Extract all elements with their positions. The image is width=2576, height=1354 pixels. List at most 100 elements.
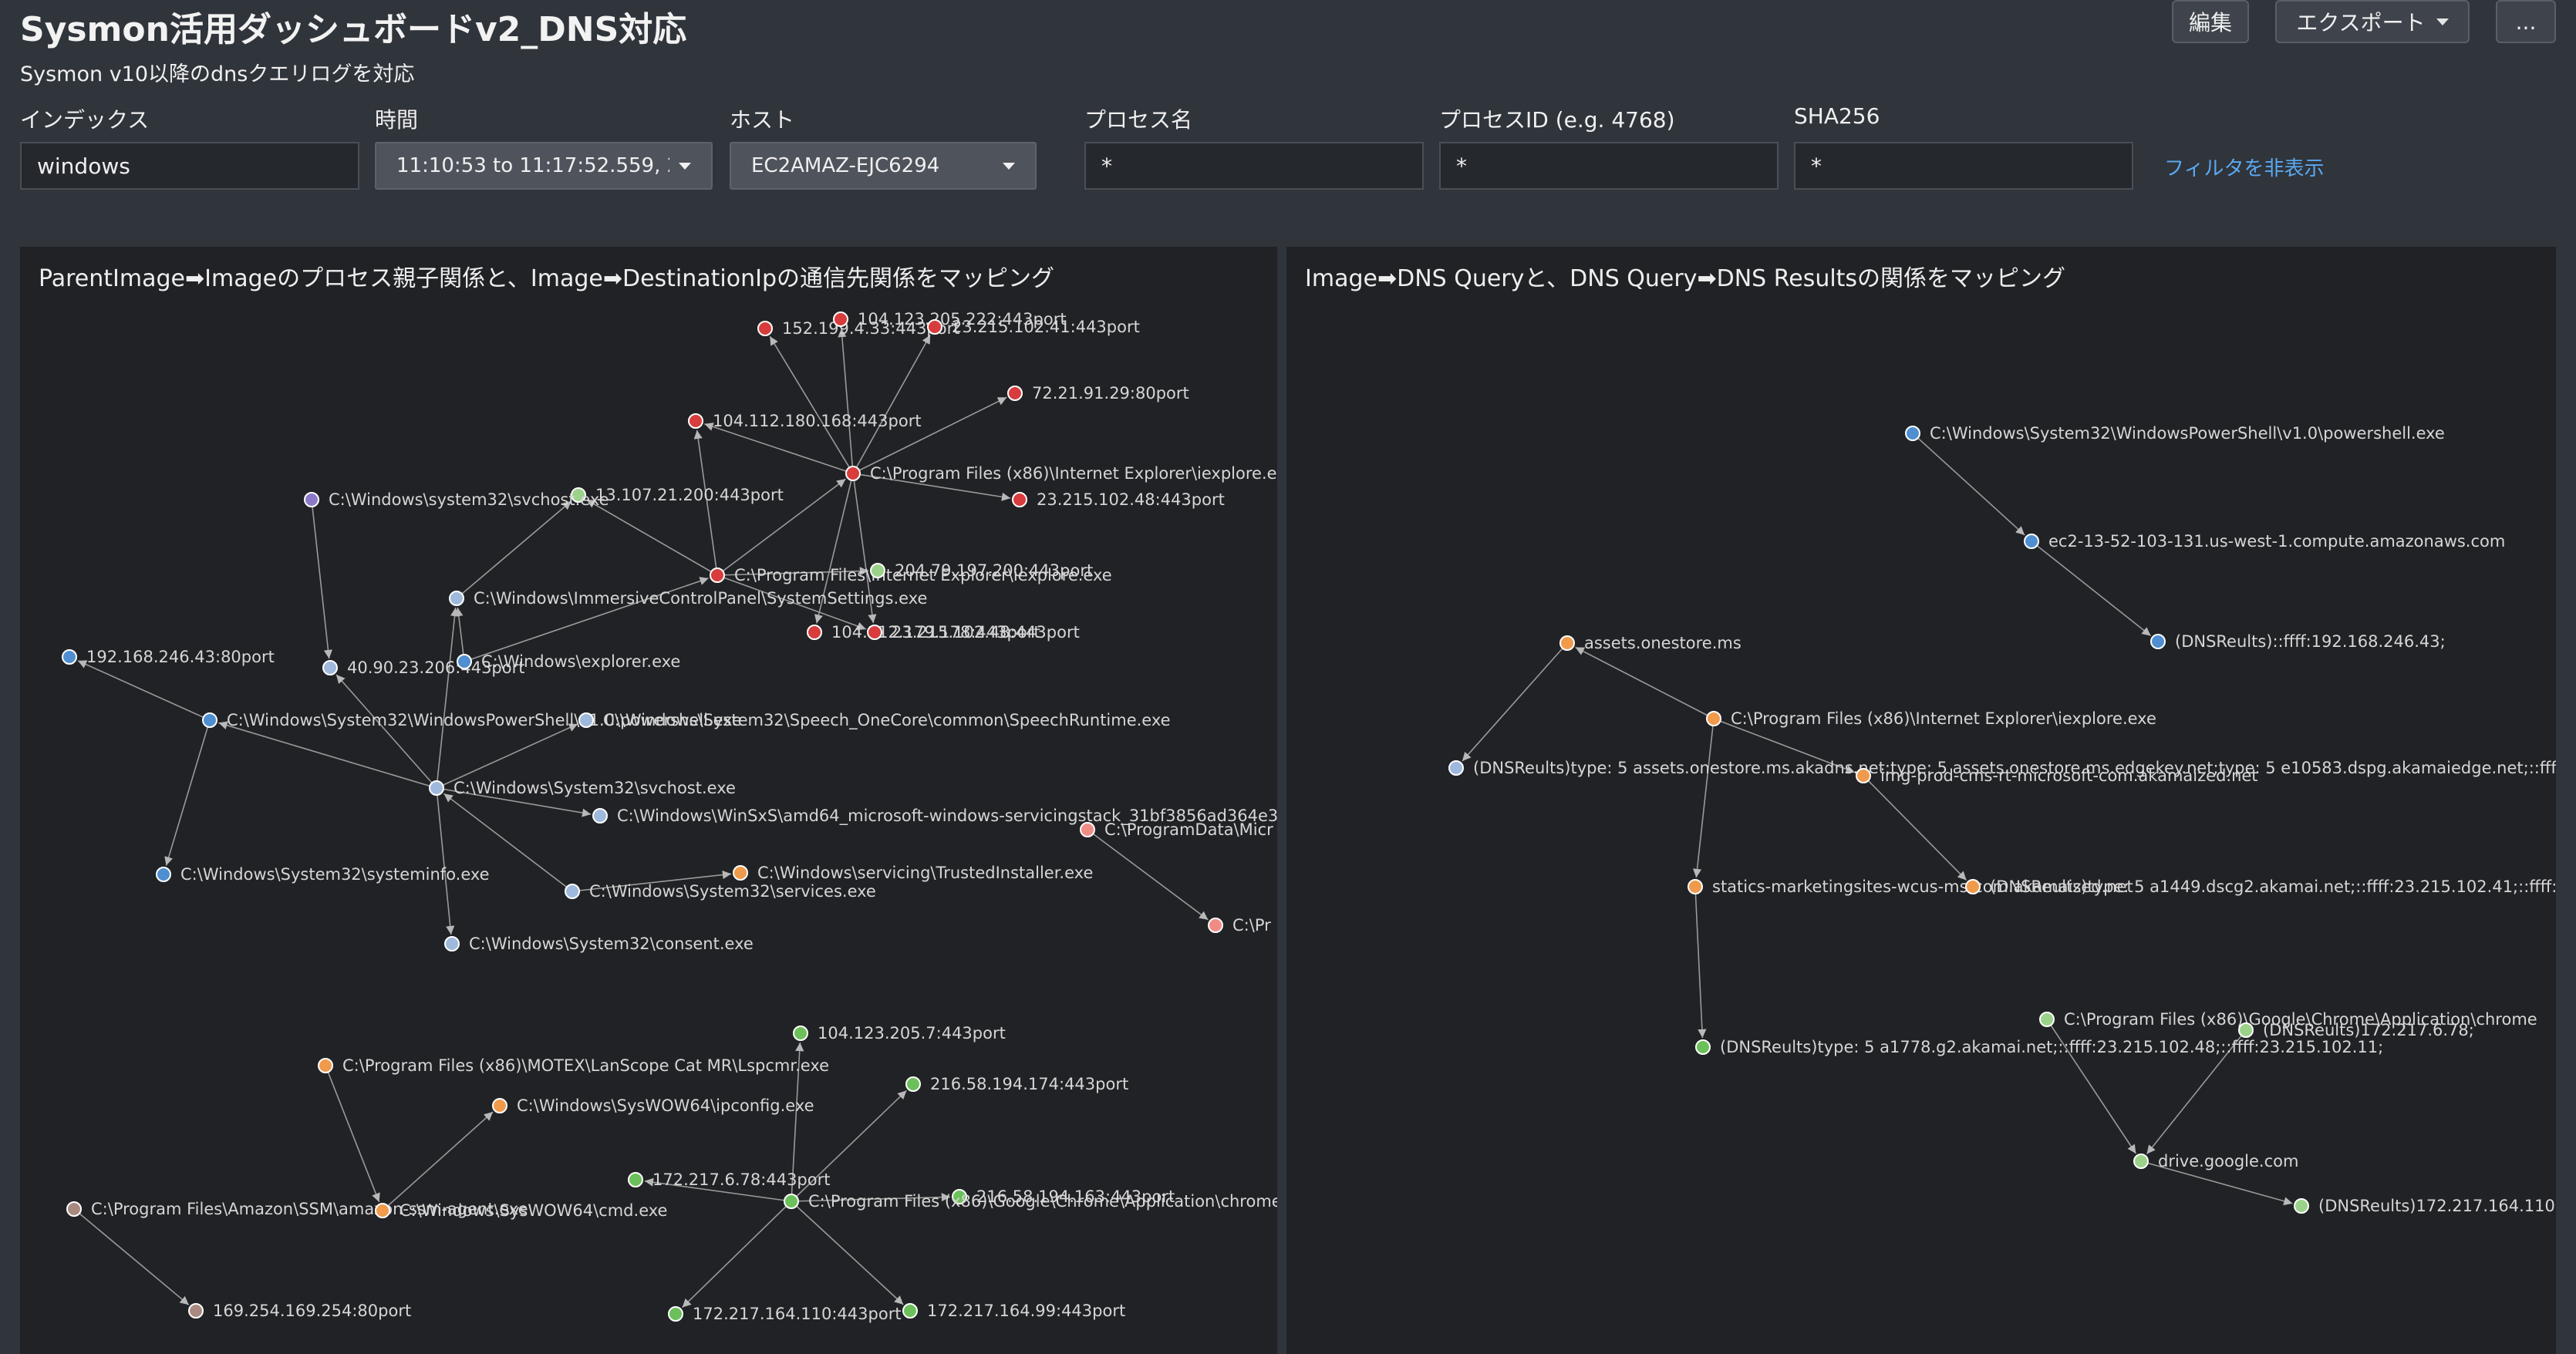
graph-node[interactable]: C:\Program Files (x86)\MOTEX\LanScope Ca… — [318, 1056, 829, 1075]
graph-node[interactable]: (DNSReults)type: 5 a1778.g2.akamai.net;:… — [1695, 1038, 2383, 1056]
graph-node[interactable]: 169.254.169.254:80port — [188, 1302, 411, 1320]
node-marker[interactable] — [592, 808, 608, 824]
node-marker[interactable] — [1856, 768, 1871, 783]
more-button[interactable]: ... — [2496, 0, 2556, 43]
node-marker[interactable] — [807, 625, 822, 640]
graph-node[interactable]: C:\Windows\explorer.exe — [457, 652, 680, 671]
graph-node[interactable]: C:\Windows\System32\services.exe — [565, 882, 876, 901]
node-marker[interactable] — [793, 1026, 808, 1041]
node-marker[interactable] — [1012, 492, 1027, 507]
graph-node[interactable]: 104.123.205.7:443port — [793, 1024, 1006, 1042]
node-marker[interactable] — [156, 867, 171, 882]
graph-node[interactable]: img-prod-cms-rt-microsoft-com.akamaized.… — [1856, 766, 2258, 785]
graph-node[interactable]: C:\Windows\System32\systeminfo.exe — [156, 865, 490, 884]
graph-node[interactable]: C:\Windows\servicing\TrustedInstaller.ex… — [733, 864, 1093, 882]
node-marker[interactable] — [688, 413, 703, 429]
graph-node[interactable]: C:\Windows\SysWOW64\cmd.exe — [375, 1201, 667, 1220]
node-marker[interactable] — [457, 654, 472, 669]
node-marker[interactable] — [2150, 634, 2166, 649]
node-marker[interactable] — [1559, 635, 1575, 651]
node-marker[interactable] — [668, 1306, 683, 1322]
graph-node[interactable]: 23.215.102.48:443port — [867, 623, 1080, 642]
graph-node[interactable]: C:\Program Files (x86)\Internet Explorer… — [845, 464, 1277, 483]
graph-node[interactable]: C:\Windows\System32\svchost.exe — [429, 779, 736, 797]
process-id-input[interactable]: * — [1439, 142, 1779, 190]
process-map-graph[interactable]: C:\Program Files (x86)\Internet Explorer… — [20, 247, 1277, 1354]
graph-node[interactable]: (DNSReults)::ffff:192.168.246.43; — [2150, 632, 2446, 651]
graph-node[interactable]: C:\Windows\system32\svchost.exe — [304, 490, 609, 509]
node-marker[interactable] — [1905, 426, 1920, 441]
node-marker[interactable] — [902, 1303, 918, 1319]
time-picker[interactable]: 11:10:53 to 11:17:52.559, 202... — [375, 142, 713, 190]
node-marker[interactable] — [202, 712, 217, 728]
graph-node[interactable]: drive.google.com — [2133, 1152, 2298, 1170]
graph-node[interactable]: C:\Windows\System32\consent.exe — [444, 935, 754, 953]
dns-map-graph[interactable]: C:\Windows\System32\WindowsPowerShell\v1… — [1286, 247, 2556, 1354]
graph-node[interactable]: (DNSReults)172.217.164.110 — [2294, 1197, 2555, 1215]
graph-node[interactable]: C:\Windows\System32\WindowsPowerShell\v1… — [1905, 424, 2445, 443]
node-marker[interactable] — [1208, 918, 1223, 933]
graph-node[interactable]: C:\ProgramData\Micr — [1080, 820, 1273, 839]
process-name-input[interactable]: * — [1084, 142, 1424, 190]
node-marker[interactable] — [905, 1076, 921, 1092]
graph-node[interactable]: (DNSReults)type: 5 a1449.dscg2.akamai.ne… — [1965, 877, 2556, 896]
export-button[interactable]: エクスポート — [2275, 0, 2470, 43]
node-marker[interactable] — [318, 1058, 333, 1073]
node-marker[interactable] — [2024, 534, 2039, 549]
node-marker[interactable] — [449, 591, 464, 606]
node-marker[interactable] — [1080, 822, 1095, 837]
node-marker[interactable] — [757, 321, 773, 336]
node-marker[interactable] — [565, 884, 580, 899]
graph-node[interactable]: C:\Pr — [1208, 916, 1271, 935]
node-marker[interactable] — [1688, 879, 1703, 894]
node-marker[interactable] — [578, 712, 594, 728]
node-marker[interactable] — [1706, 711, 1721, 726]
node-marker[interactable] — [188, 1303, 204, 1319]
node-marker[interactable] — [2238, 1022, 2254, 1038]
node-marker[interactable] — [2133, 1154, 2149, 1169]
graph-node[interactable]: 204.79.197.200:443port — [870, 561, 1093, 580]
node-marker[interactable] — [66, 1201, 82, 1217]
sha256-input[interactable]: * — [1794, 142, 2133, 190]
node-marker[interactable] — [375, 1203, 390, 1218]
node-marker[interactable] — [845, 466, 861, 481]
graph-node[interactable]: 172.217.6.78:443port — [628, 1170, 830, 1189]
node-marker[interactable] — [628, 1172, 643, 1187]
node-marker[interactable] — [62, 649, 77, 665]
graph-node[interactable]: C:\Windows\ImmersiveControlPanel\SystemS… — [449, 589, 927, 608]
index-input[interactable]: windows — [20, 142, 359, 190]
node-marker[interactable] — [322, 660, 338, 675]
node-marker[interactable] — [784, 1194, 799, 1209]
node-marker[interactable] — [1695, 1039, 1711, 1055]
graph-node[interactable]: 216.58.194.174:443port — [905, 1075, 1128, 1093]
node-marker[interactable] — [429, 780, 444, 796]
graph-node[interactable]: 72.21.91.29:80port — [1007, 384, 1189, 402]
graph-node[interactable]: C:\Windows\SysWOW64\ipconfig.exe — [492, 1096, 814, 1115]
node-marker[interactable] — [304, 492, 319, 507]
node-marker[interactable] — [733, 865, 748, 881]
graph-node[interactable]: C:\Program Files (x86)\Internet Explorer… — [1706, 709, 2156, 728]
node-marker[interactable] — [710, 568, 725, 583]
node-marker[interactable] — [2039, 1012, 2055, 1027]
graph-node[interactable]: 104.112.180.168:443port — [688, 412, 922, 430]
graph-node[interactable]: 192.168.246.43:80port — [62, 648, 275, 666]
node-marker[interactable] — [927, 319, 942, 335]
node-marker[interactable] — [492, 1098, 507, 1113]
graph-node[interactable]: C:\Windows\System32\Speech_OneCore\commo… — [578, 711, 1171, 730]
node-marker[interactable] — [444, 936, 460, 952]
node-marker[interactable] — [833, 312, 848, 327]
hide-filters-link[interactable]: フィルタを非表示 — [2164, 153, 2324, 181]
graph-node[interactable]: (DNSReults)172.217.6.78; — [2238, 1021, 2474, 1039]
node-marker[interactable] — [1007, 386, 1023, 401]
host-dropdown[interactable]: EC2AMAZ-EJC6294 — [730, 142, 1037, 190]
edit-button[interactable]: 編集 — [2172, 0, 2249, 43]
graph-node[interactable]: ec2-13-52-103-131.us-west-1.compute.amaz… — [2024, 532, 2505, 551]
node-marker[interactable] — [2294, 1198, 2309, 1214]
graph-node[interactable]: C:\Program Files (x86)\Google\Chrome\App… — [784, 1192, 1277, 1211]
graph-node[interactable]: 23.215.102.41:443port — [927, 318, 1140, 336]
graph-node[interactable]: 23.215.102.48:443port — [1012, 490, 1225, 509]
node-marker[interactable] — [867, 625, 882, 640]
node-marker[interactable] — [870, 563, 885, 578]
graph-node[interactable]: 172.217.164.99:443port — [902, 1302, 1125, 1320]
node-marker[interactable] — [1965, 879, 1981, 894]
